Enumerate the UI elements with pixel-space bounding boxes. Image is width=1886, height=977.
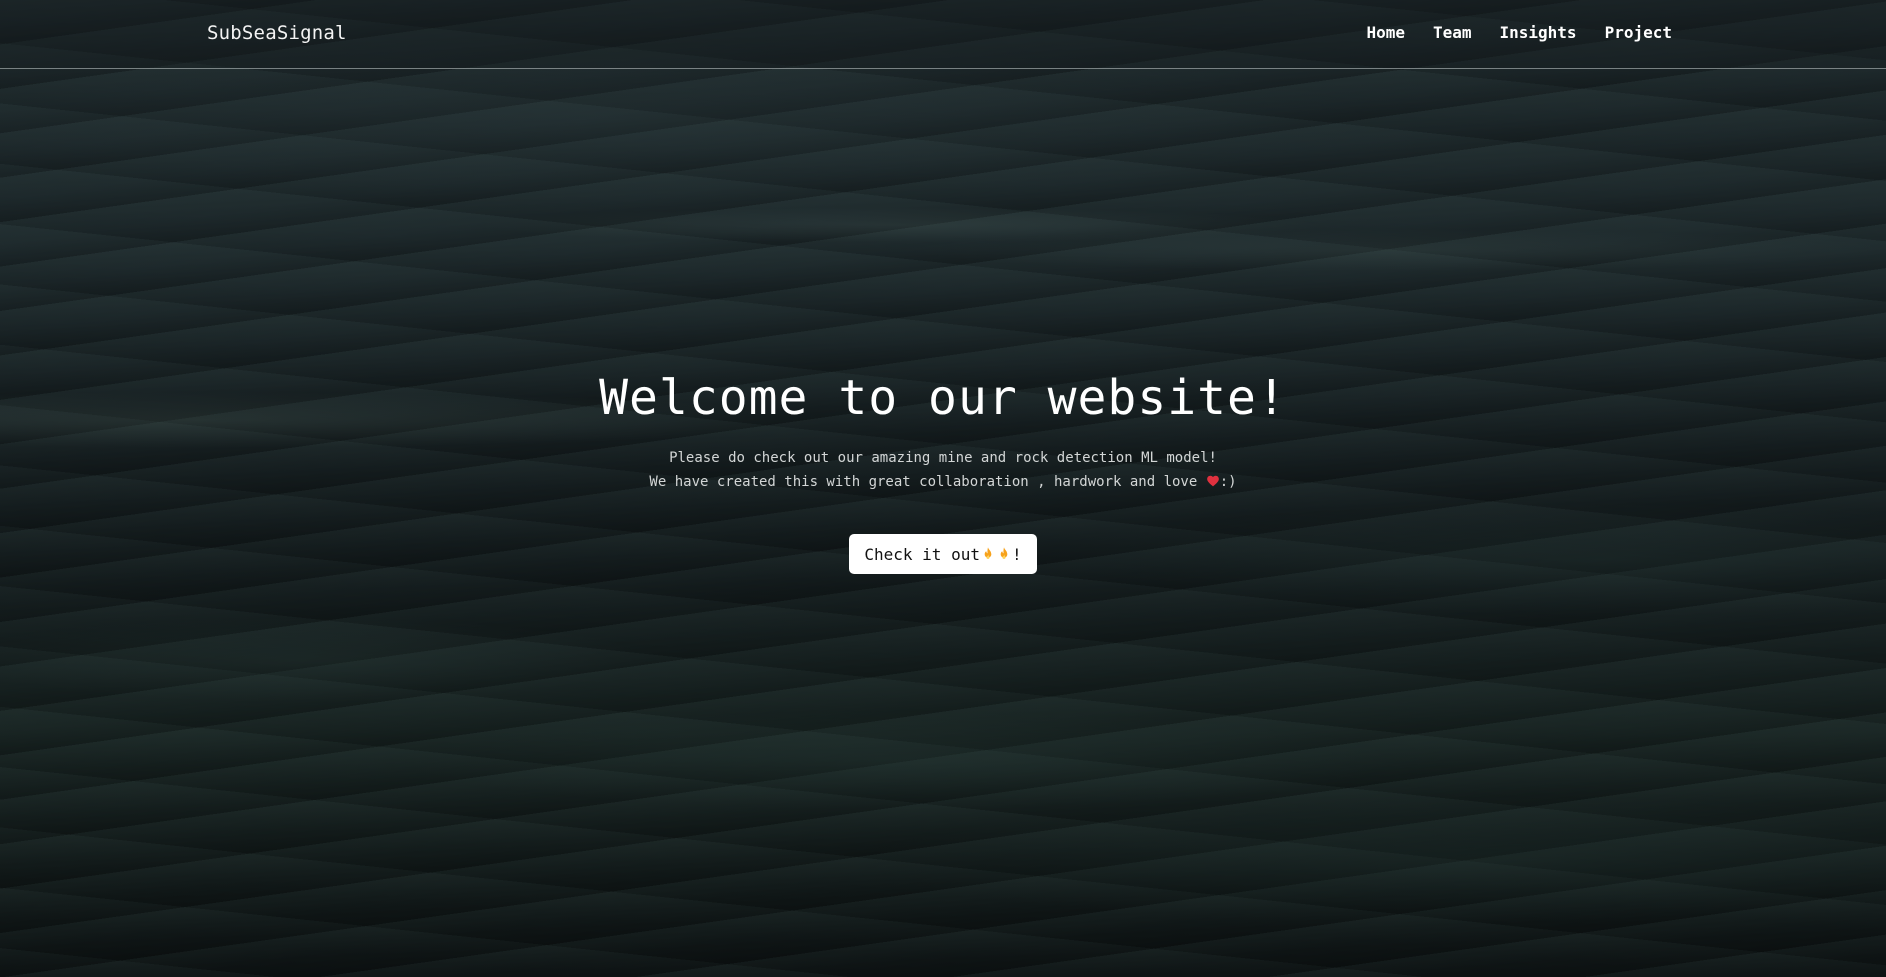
check-it-out-label: Check it out bbox=[864, 544, 980, 564]
nav-link-insights[interactable]: Insights bbox=[1500, 23, 1577, 42]
hero-description-line-2-text: We have created this with great collabor… bbox=[649, 474, 1206, 490]
brand-logo-link[interactable]: SubSeaSignal bbox=[207, 22, 347, 44]
hero-description-line-2-smiley: :) bbox=[1219, 474, 1237, 490]
hero-section: Welcome to our website! Please do check … bbox=[0, 368, 1886, 574]
fire-icon bbox=[996, 546, 1012, 562]
red-heart-icon bbox=[1206, 472, 1220, 487]
hero-description-line-2: We have created this with great collabor… bbox=[0, 470, 1886, 494]
check-it-out-button[interactable]: Check it out! bbox=[849, 534, 1037, 574]
check-it-out-suffix: ! bbox=[1011, 544, 1022, 564]
hero-description: Please do check out our amazing mine and… bbox=[0, 446, 1886, 494]
navbar: SubSeaSignal Home Team Insights Project bbox=[0, 0, 1886, 69]
nav-link-team[interactable]: Team bbox=[1433, 23, 1472, 42]
nav-links: Home Team Insights Project bbox=[1366, 23, 1672, 42]
nav-link-home[interactable]: Home bbox=[1366, 23, 1405, 42]
hero-title: Welcome to our website! bbox=[599, 370, 1287, 426]
fire-icon bbox=[980, 546, 996, 562]
hero-description-line-1: Please do check out our amazing mine and… bbox=[669, 450, 1217, 466]
nav-link-project[interactable]: Project bbox=[1605, 23, 1672, 42]
